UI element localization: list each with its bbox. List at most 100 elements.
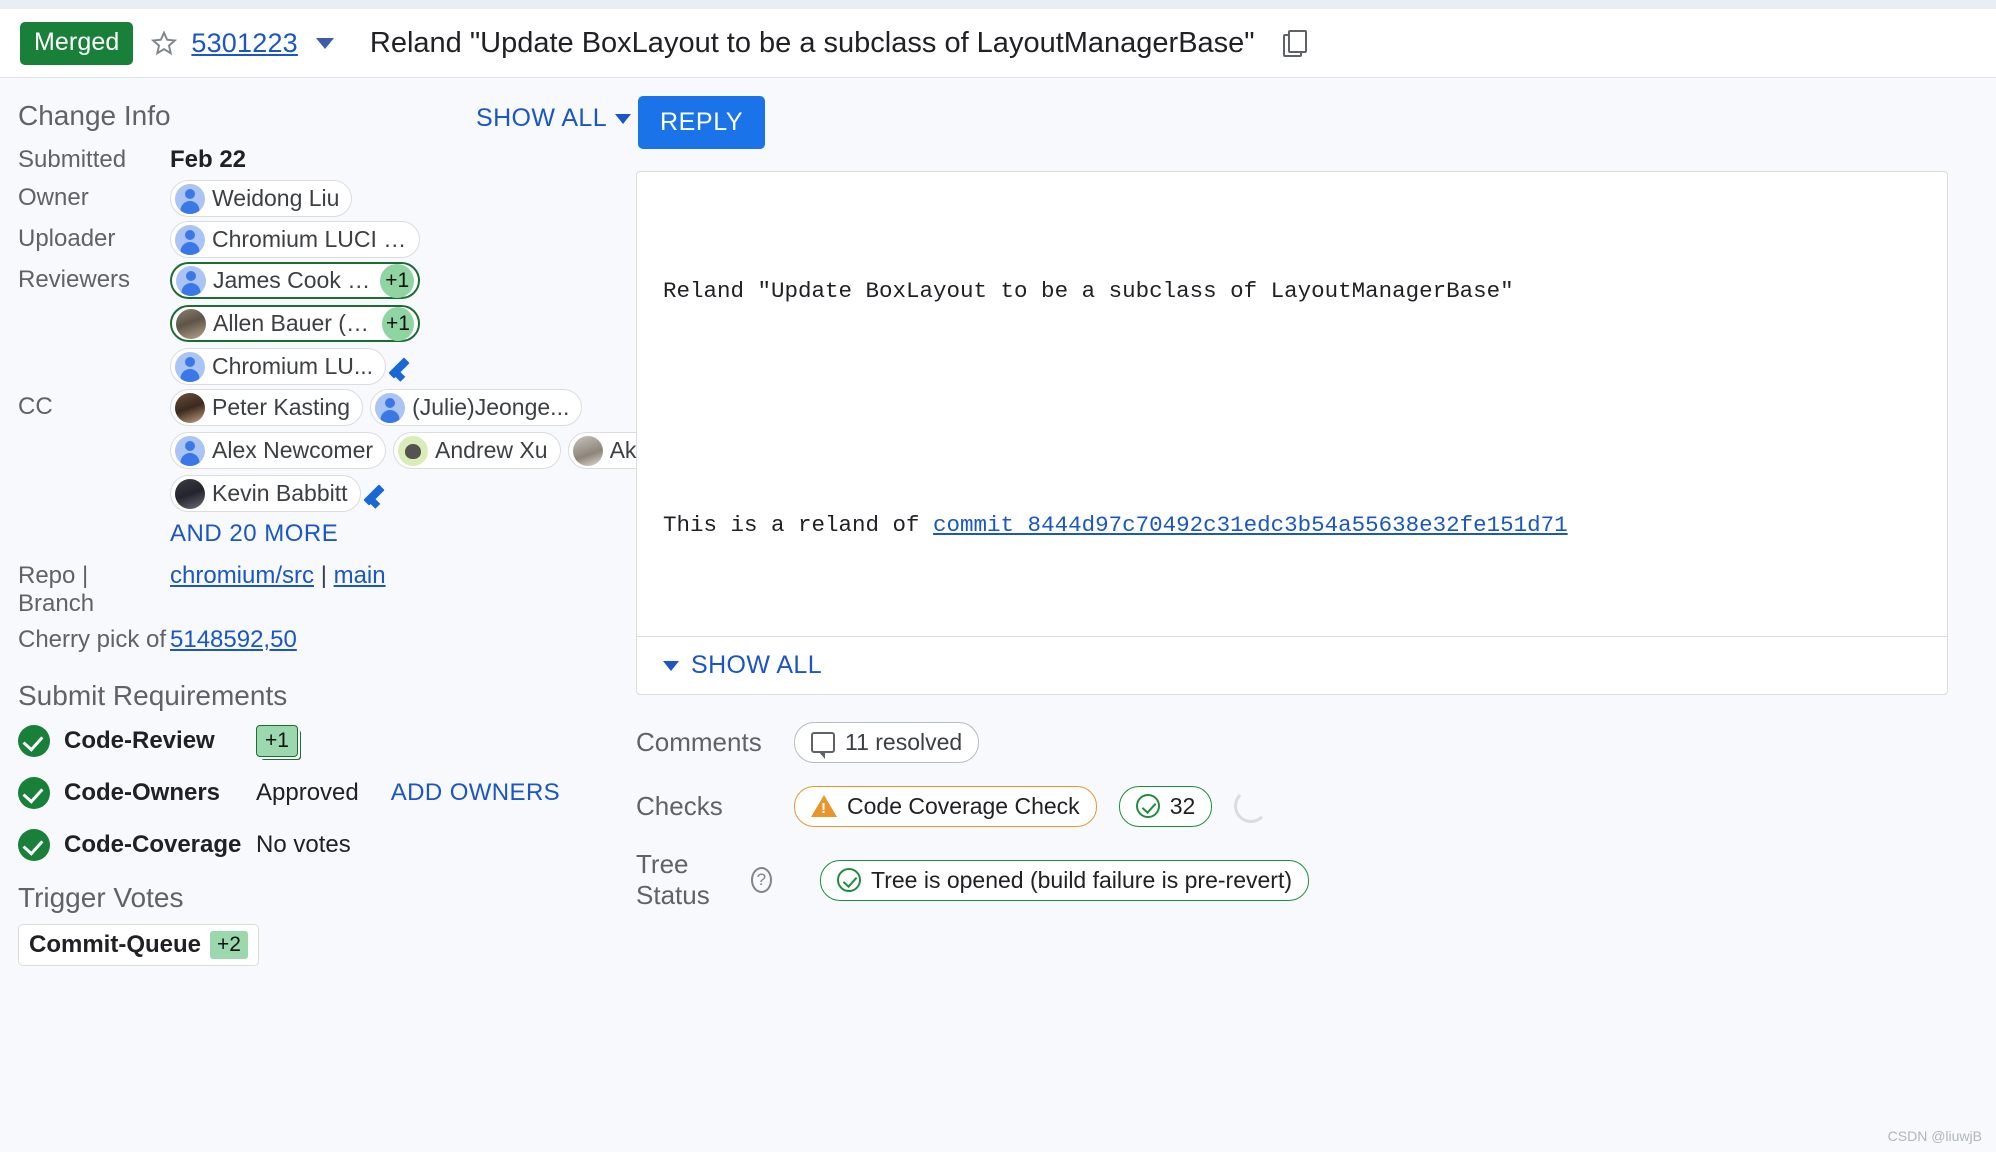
and-more-link[interactable]: AND 20 MORE — [170, 520, 636, 548]
avatar — [175, 392, 205, 423]
submit-requirement-row[interactable]: Code-Review +1 — [18, 722, 636, 760]
cc-chip[interactable]: (Julie)Jeonge... — [370, 389, 583, 426]
cc-chip[interactable]: Kevin Babbitt — [170, 475, 361, 512]
cc-chip[interactable]: Peter Kasting — [170, 389, 364, 426]
cc-row: CC Peter Kasting (Julie)Jeonge... Alex N… — [18, 389, 655, 512]
cc-name: Peter Kasting — [212, 394, 351, 420]
trigger-vote-chip[interactable]: Commit-Queue +2 — [18, 924, 259, 966]
check-passing-pill[interactable]: 32 — [1118, 785, 1213, 827]
requirement-name: Code-Review — [64, 727, 215, 754]
reviewer-chip[interactable]: Chromium LU... — [170, 348, 387, 385]
pencil-icon[interactable] — [392, 354, 418, 380]
uploader-row: Uploader Chromium LUCI CQ — [18, 221, 636, 258]
check-failing-label: Code Coverage Check — [847, 792, 1080, 819]
reviewers-label: Reviewers — [18, 266, 131, 293]
commit-hash-link[interactable]: commit 8444d97c70492c31edc3b54a55638e32f… — [933, 512, 1568, 538]
comments-resolved-value: 11 resolved — [845, 728, 963, 755]
submitted-row: Submitted Feb 22 — [18, 142, 636, 176]
avatar — [175, 478, 205, 509]
help-icon[interactable]: ? — [750, 867, 772, 893]
avatar — [176, 265, 206, 296]
comment-icon — [811, 731, 835, 759]
comments-resolved-pill[interactable]: 11 resolved — [794, 721, 980, 763]
check-passing-count: 32 — [1169, 792, 1196, 819]
show-all-top-label: SHOW ALL — [476, 104, 608, 132]
add-owners-link[interactable]: ADD OWNERS — [391, 779, 560, 807]
reviewer-vote: +1 — [381, 306, 414, 341]
avatar — [398, 435, 429, 466]
show-all-top-button[interactable]: SHOW ALL — [476, 104, 632, 133]
gerrit-change-page: Merged 5301223 Reland "Update BoxLayout … — [0, 0, 1996, 1152]
tree-status-value: Tree is opened (build failure is pre-rev… — [871, 866, 1292, 893]
cherry-pick-row: Cherry pick of 5148592,50 — [18, 622, 636, 656]
watermark: CSDN @liuwjB — [1887, 1128, 1982, 1144]
avatar — [572, 435, 603, 466]
branch-link[interactable]: main — [334, 562, 386, 589]
reviewer-chip[interactable]: James Cook (... +1 — [170, 262, 420, 299]
cc-name: (Julie)Jeonge... — [412, 394, 570, 420]
comments-label: Comments — [636, 726, 762, 757]
show-all-message-button[interactable]: SHOW ALL — [637, 636, 1947, 694]
requirement-name: Code-Owners — [64, 779, 221, 806]
owner-label: Owner — [18, 184, 89, 211]
loading-spinner-icon — [1234, 789, 1269, 823]
submit-requirement-row[interactable]: Code-Owners Approved ADD OWNERS — [18, 774, 636, 812]
avatar — [176, 308, 206, 339]
submitted-value: Feb 22 — [170, 146, 247, 173]
owner-name: Weidong Liu — [212, 185, 340, 211]
uploader-label: Uploader — [18, 225, 116, 252]
repo-branch-row: Repo | Branch chromium/src | main — [18, 558, 636, 618]
page-title: Reland "Update BoxLayout to be a subclas… — [369, 26, 1255, 59]
chevron-down-icon — [663, 660, 679, 671]
avatar — [375, 392, 406, 423]
warning-triangle-icon — [811, 795, 837, 817]
commit-message-card: Reland "Update BoxLayout to be a subclas… — [636, 171, 1948, 695]
avatar — [175, 224, 205, 255]
cc-name: Kevin Babbitt — [212, 480, 348, 506]
owner-row: Owner Weidong Liu — [18, 180, 636, 217]
trigger-votes-heading: Trigger Votes — [18, 882, 184, 913]
cherry-pick-link[interactable]: 5148592,50 — [170, 626, 297, 653]
top-strip — [0, 0, 1996, 9]
check-failing-pill[interactable]: Code Coverage Check — [794, 785, 1097, 827]
cc-chip[interactable]: Andrew Xu — [393, 432, 561, 469]
submit-requirements-heading: Submit Requirements — [18, 680, 288, 711]
requirement-name: Code-Coverage — [64, 831, 242, 858]
submit-requirement-row[interactable]: Code-Coverage No votes — [18, 826, 636, 864]
reviewer-name: James Cook (... — [213, 267, 373, 293]
owner-chip[interactable]: Weidong Liu — [170, 180, 353, 217]
commit-line-text: This is a reland of — [663, 512, 934, 538]
star-outline-icon[interactable] — [151, 30, 178, 56]
status-badge: Merged — [20, 21, 134, 65]
repo-link[interactable]: chromium/src — [170, 562, 314, 589]
reviewer-chip[interactable]: Allen Bauer (O... +1 — [170, 305, 420, 342]
comments-row: Comments 11 resolved — [636, 721, 1996, 763]
cherry-pick-label: Cherry pick of — [18, 626, 167, 653]
chevron-down-icon — [615, 113, 632, 124]
copy-icon[interactable] — [1282, 30, 1307, 57]
checks-row: Checks Code Coverage Check 32 — [636, 785, 1996, 827]
cc-chip[interactable]: Alex Newcomer — [170, 432, 387, 469]
message-toolbar: SHOW ALL REPLY — [476, 78, 1996, 149]
change-info-panel: Change Info Submitted Feb 22 Owner Weido… — [0, 78, 655, 1152]
cc-label: CC — [18, 393, 53, 420]
uploader-name: Chromium LUCI CQ — [212, 226, 407, 252]
check-circle-icon — [18, 829, 50, 861]
cc-name: Alex Newcomer — [212, 437, 374, 463]
tree-status-label: Tree Status ? — [636, 849, 772, 911]
pencil-icon[interactable] — [367, 481, 393, 507]
status-summary: Comments 11 resolved Checks Code Coverag… — [636, 721, 1996, 911]
reviewer-vote: +1 — [380, 263, 414, 298]
change-number-link[interactable]: 5301223 — [191, 28, 298, 59]
reviewers-row: Reviewers James Cook (... +1 Allen Bauer… — [18, 262, 636, 385]
checks-label: Checks — [636, 790, 723, 821]
caret-down-icon[interactable] — [315, 37, 334, 49]
uploader-chip[interactable]: Chromium LUCI CQ — [170, 221, 420, 258]
change-header: Merged 5301223 Reland "Update BoxLayout … — [0, 9, 1996, 78]
submitted-label: Submitted — [18, 146, 127, 173]
repo-branch-separator: | — [320, 562, 327, 589]
tree-status-pill[interactable]: Tree is opened (build failure is pre-rev… — [820, 859, 1309, 901]
reply-button[interactable]: REPLY — [638, 96, 766, 149]
trigger-vote-value: +2 — [210, 931, 248, 959]
check-circle-icon — [18, 777, 50, 809]
